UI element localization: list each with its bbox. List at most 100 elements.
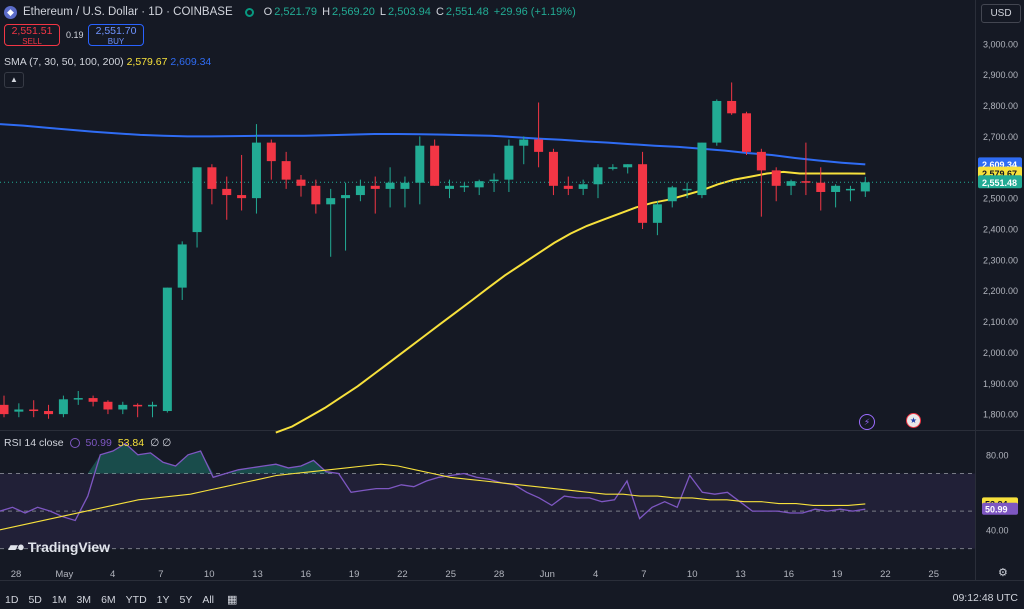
utc-clock[interactable]: 09:12:48 UTC: [953, 592, 1018, 604]
chart-canvas[interactable]: 3,000.002,900.002,800.002,700.002,600.00…: [0, 0, 1024, 609]
price-tick-label: 2,800.00: [983, 101, 1018, 111]
candle-body: [845, 188, 855, 191]
candle-body: [44, 411, 54, 415]
candle-body: [192, 167, 202, 233]
candle-body: [548, 151, 558, 186]
date-tick-label: Jun: [540, 569, 555, 580]
rsi-tick-label: 40.00: [986, 525, 1009, 535]
candle-body: [445, 185, 454, 189]
candle-body: [742, 113, 751, 152]
candle-body: [682, 188, 692, 191]
currency-selector[interactable]: USD: [981, 4, 1021, 23]
date-tick-label: 22: [397, 569, 408, 580]
candle-body: [355, 185, 365, 196]
candlesticks: [0, 82, 870, 419]
candle-body: [519, 139, 529, 146]
candle-body: [103, 401, 113, 410]
trade-buttons: 2,551.51 SELL 0.19 2,551.70 BUY: [4, 24, 144, 46]
range-5d[interactable]: 5D: [23, 594, 46, 606]
date-tick-label: 7: [158, 569, 163, 580]
candle-body: [400, 182, 410, 189]
buy-button[interactable]: 2,551.70 BUY: [88, 24, 144, 46]
price-tick-label: 2,400.00: [983, 225, 1018, 235]
tradingview-logo: ▰● TradingView: [8, 539, 111, 555]
date-tick-label: 19: [349, 569, 360, 580]
sell-button[interactable]: 2,551.51 SELL: [4, 24, 60, 46]
market-status-icon: [244, 7, 254, 17]
price-tick-label: 3,000.00: [983, 39, 1018, 49]
price-tick-label: 1,800.00: [983, 410, 1018, 420]
candle-body: [712, 100, 722, 143]
candle-body: [489, 179, 499, 182]
candle-body: [771, 170, 781, 186]
candle-body: [563, 185, 573, 189]
range-1m[interactable]: 1M: [47, 594, 72, 606]
candle-body: [326, 198, 336, 205]
candle-body: [860, 182, 870, 192]
rsi-settings-icon[interactable]: [69, 438, 80, 448]
last-price-badge-text: 2,551.48: [982, 178, 1017, 188]
candle-body: [831, 185, 841, 192]
candle-body: [385, 182, 395, 189]
date-tick-label: 10: [687, 569, 698, 580]
range-ytd[interactable]: YTD: [121, 594, 152, 606]
bottom-separator: [0, 580, 1024, 581]
lightning-icon[interactable]: ⚡: [859, 414, 875, 430]
candle-body: [311, 185, 321, 205]
candle-body: [133, 404, 143, 407]
sma-legend[interactable]: SMA (7, 30, 50, 100, 200) 2,579.67 2,609…: [4, 56, 211, 68]
date-tick-label: 7: [641, 569, 646, 580]
rsi-badge-text: 50.99: [985, 505, 1008, 515]
candle-body: [415, 145, 425, 183]
us-flag-icon[interactable]: ★: [906, 413, 921, 428]
candle-body: [14, 409, 24, 412]
candle-body: [58, 399, 68, 415]
range-1d[interactable]: 1D: [0, 594, 23, 606]
candle-body: [697, 142, 707, 196]
pane-separator: [0, 430, 1024, 431]
candle-body: [207, 167, 217, 189]
candle-body: [281, 161, 291, 180]
price-tick-label: 2,000.00: [983, 348, 1018, 358]
candle-body: [786, 181, 796, 186]
candle-body: [593, 167, 603, 185]
candle-body: [29, 409, 39, 412]
candle-body: [0, 404, 9, 415]
range-all[interactable]: All: [197, 594, 219, 606]
candle-body: [459, 185, 469, 188]
price-tick-label: 2,500.00: [983, 194, 1018, 204]
range-6m[interactable]: 6M: [96, 594, 121, 606]
candle-body: [177, 244, 187, 288]
candle-body: [237, 195, 247, 199]
candle-body: [667, 187, 677, 202]
gear-icon[interactable]: ⚙: [998, 566, 1008, 579]
candle-body: [608, 167, 618, 169]
date-tick-label: 13: [252, 569, 263, 580]
chevron-up-icon[interactable]: ▲: [4, 72, 24, 88]
candle-body: [73, 398, 83, 400]
price-tick-label: 2,700.00: [983, 132, 1018, 142]
price-tick-label: 1,900.00: [983, 379, 1018, 389]
date-tick-label: 10: [204, 569, 215, 580]
rsi-legend[interactable]: RSI 14 close 50.99 53.84 ∅ ∅: [4, 437, 171, 449]
price-change: +29.96 (+1.19%): [493, 6, 576, 18]
date-tick-label: 22: [880, 569, 891, 580]
candle-body: [370, 185, 380, 189]
price-tick-label: 2,900.00: [983, 70, 1018, 80]
symbol-title[interactable]: Ethereum / U.S. Dollar · 1D · COINBASE: [23, 6, 233, 18]
date-tick-label: 4: [593, 569, 598, 580]
price-tick-label: 2,200.00: [983, 286, 1018, 296]
range-3m[interactable]: 3M: [71, 594, 96, 606]
calendar-icon[interactable]: ▦: [227, 593, 237, 606]
range-5y[interactable]: 5Y: [175, 594, 198, 606]
date-tick-label: 13: [735, 569, 746, 580]
date-tick-label: 25: [928, 569, 939, 580]
date-tick-label: 28: [11, 569, 22, 580]
date-tick-label: 28: [494, 569, 505, 580]
candle-body: [296, 179, 306, 186]
date-tick-label: 4: [110, 569, 115, 580]
range-1y[interactable]: 1Y: [152, 594, 175, 606]
candle-body: [251, 142, 261, 199]
date-tick-label: May: [55, 569, 73, 580]
candle-body: [430, 145, 440, 186]
